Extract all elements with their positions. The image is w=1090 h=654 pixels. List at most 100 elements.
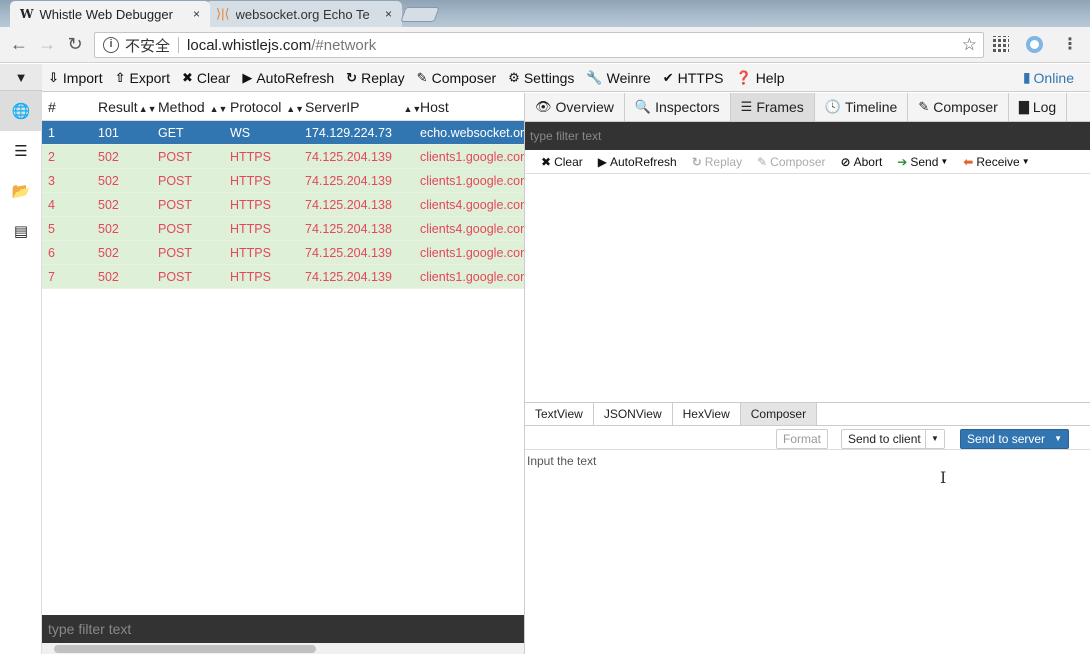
send-client-dropdown-icon[interactable]: ▼: [925, 429, 945, 449]
chevron-down-icon[interactable]: ▼: [0, 64, 42, 91]
browser-tab-whistle[interactable]: W Whistle Web Debugger ×: [10, 1, 210, 27]
play-icon: ▶: [597, 154, 607, 169]
back-arrow-icon[interactable]: ←: [5, 34, 33, 55]
tab-title: Whistle Web Debugger: [39, 6, 173, 22]
sidebar-item-plugins[interactable]: ▤: [0, 211, 42, 251]
browser-tab-websocket[interactable]: ⟩|⟨ websocket.org Echo Te ×: [206, 1, 402, 27]
frames-abort-button[interactable]: ⊘ Abort: [833, 155, 890, 169]
composer-button[interactable]: ✎ Composer: [411, 64, 503, 92]
new-tab-button[interactable]: [400, 7, 440, 22]
info-icon[interactable]: i: [103, 37, 119, 53]
column-header-num[interactable]: #: [42, 99, 98, 115]
table-row[interactable]: 3 502 POST HTTPS 74.125.204.139 clients1.goog…: [42, 169, 524, 193]
view-tab-hexview[interactable]: HexView: [673, 403, 741, 425]
cell-method: GET: [158, 125, 184, 140]
format-button[interactable]: Format: [776, 429, 829, 449]
frames-filter-input[interactable]: type filter text: [525, 122, 1090, 150]
cell-ip: 174.129.224.73: [305, 125, 392, 140]
view-tab-jsonview[interactable]: JSONView: [594, 403, 673, 425]
horizontal-scrollbar[interactable]: [42, 643, 524, 654]
toolbar-label: Help: [755, 69, 785, 86]
circle-extension-icon[interactable]: [1026, 36, 1043, 53]
column-header-serverip[interactable]: ServerIP ▲▼: [305, 99, 420, 115]
https-button[interactable]: ✔ HTTPS: [657, 64, 730, 92]
close-icon[interactable]: ×: [385, 7, 392, 21]
tab-frames[interactable]: ☰ Frames: [730, 93, 815, 121]
column-header-result[interactable]: Result▲▼: [98, 99, 158, 115]
kebab-menu-icon[interactable]: ⋮: [1062, 34, 1078, 54]
scrollbar-thumb[interactable]: [54, 645, 316, 653]
column-header-host[interactable]: Host: [420, 99, 524, 115]
tab-timeline[interactable]: 🕓 Timeline: [815, 93, 909, 121]
export-button[interactable]: ⇧ Export: [109, 64, 176, 92]
table-row[interactable]: 6 502 POST HTTPS 74.125.204.139 clients1.goog…: [42, 241, 524, 265]
detail-tabs: 👁 Overview 🔍 Inspectors ☰ Frames 🕓 Timeline ✎ Com…: [525, 93, 1090, 122]
column-header-method[interactable]: Method ▲▼: [158, 99, 230, 115]
cell-num: 1: [48, 125, 55, 140]
cell-protocol: HTTPS: [230, 245, 271, 260]
sidebar-item-values[interactable]: 📂: [0, 171, 42, 211]
frames-clear-button[interactable]: ✖ Clear: [533, 155, 590, 169]
separator: [178, 37, 180, 53]
text-cursor-icon: I: [940, 468, 947, 487]
table-row[interactable]: 7 502 POST HTTPS 74.125.204.139 clients1.goog…: [42, 265, 524, 289]
settings-button[interactable]: ⚙ Settings: [502, 64, 580, 92]
bars-icon: ☰: [740, 99, 753, 114]
column-label: Protocol: [230, 98, 282, 115]
frames-replay-button[interactable]: ↻ Replay: [684, 155, 749, 169]
clock-icon: 🕓: [824, 99, 841, 114]
chevron-down-icon[interactable]: ▼: [1054, 430, 1062, 448]
cell-result: 502: [98, 149, 119, 164]
bar-chart-icon: ▮: [1022, 69, 1031, 85]
url-input[interactable]: i 不安全 local.whistlejs.com/#network ☆: [94, 32, 984, 58]
ban-icon: ⊘: [840, 154, 851, 169]
table-row[interactable]: 4 502 POST HTTPS 74.125.204.138 clients4.goog…: [42, 193, 524, 217]
cell-ip: 74.125.204.138: [305, 197, 392, 212]
replay-button[interactable]: ↻ Replay: [340, 64, 411, 92]
sidebar-item-rules[interactable]: ☰: [0, 131, 42, 171]
clear-button[interactable]: ✖ Clear: [176, 64, 236, 92]
autorefresh-button[interactable]: ▶ AutoRefresh: [236, 64, 340, 92]
sidebar-item-network[interactable]: 🌐: [0, 91, 42, 131]
frames-autorefresh-button[interactable]: ▶ AutoRefresh: [590, 155, 684, 169]
help-button[interactable]: ❓ Help: [730, 64, 791, 92]
forward-arrow-icon[interactable]: →: [33, 34, 61, 55]
cell-host: clients4.google.com: [420, 197, 524, 212]
file-text-icon: ▤: [13, 223, 29, 240]
import-button[interactable]: ⇩ Import: [42, 64, 109, 92]
qr-code-icon[interactable]: [993, 36, 1009, 52]
network-filter-input[interactable]: type filter text: [42, 615, 524, 643]
tab-composer[interactable]: ✎ Composer: [908, 93, 1009, 121]
toolbar-label: Clear: [196, 69, 231, 86]
table-row[interactable]: 2 502 POST HTTPS 74.125.204.139 clients1.goog…: [42, 145, 524, 169]
tab-log[interactable]: ▇ Log: [1009, 93, 1068, 121]
reload-icon[interactable]: ↻: [61, 34, 89, 55]
tab-inspectors[interactable]: 🔍 Inspectors: [625, 93, 731, 121]
column-header-protocol[interactable]: Protocol ▲▼: [230, 99, 305, 115]
weinre-button[interactable]: 🔧 Weinre: [580, 64, 656, 92]
caret-down-icon: ▼: [940, 157, 949, 166]
network-panel: # Result▲▼ Method ▲▼ Protocol ▲▼ ServerI…: [42, 93, 524, 654]
security-label[interactable]: 不安全: [125, 35, 170, 56]
cell-method: POST: [158, 221, 193, 236]
online-button[interactable]: ▮ Online: [1023, 69, 1074, 86]
view-tab-textview[interactable]: TextView: [525, 403, 594, 425]
send-to-server-button[interactable]: Send to server ▼: [960, 429, 1069, 449]
online-label: Online: [1033, 69, 1074, 86]
tool-label: Send: [910, 154, 939, 169]
frames-send-button[interactable]: ➔ Send ▼: [889, 155, 955, 169]
table-row[interactable]: 1 101 GET WS 174.129.224.73 echo.websocket.or…: [42, 121, 524, 145]
toolbar-label: Export: [129, 69, 170, 86]
frames-receive-button[interactable]: ⬅ Receive ▼: [955, 155, 1036, 169]
cell-method: POST: [158, 245, 193, 260]
close-icon[interactable]: ×: [193, 7, 200, 21]
tab-overview[interactable]: 👁 Overview: [525, 93, 625, 121]
view-tab-composer[interactable]: Composer: [740, 403, 818, 425]
frame-text-input[interactable]: Input the text: [525, 450, 1090, 472]
frames-composer-button[interactable]: ✎ Composer: [749, 155, 832, 169]
cell-ip: 74.125.204.139: [305, 173, 392, 188]
star-icon[interactable]: ☆: [962, 35, 977, 55]
cell-protocol: HTTPS: [230, 149, 271, 164]
table-row[interactable]: 5 502 POST HTTPS 74.125.204.138 clients4.goog…: [42, 217, 524, 241]
tool-label: Replay: [704, 154, 743, 169]
